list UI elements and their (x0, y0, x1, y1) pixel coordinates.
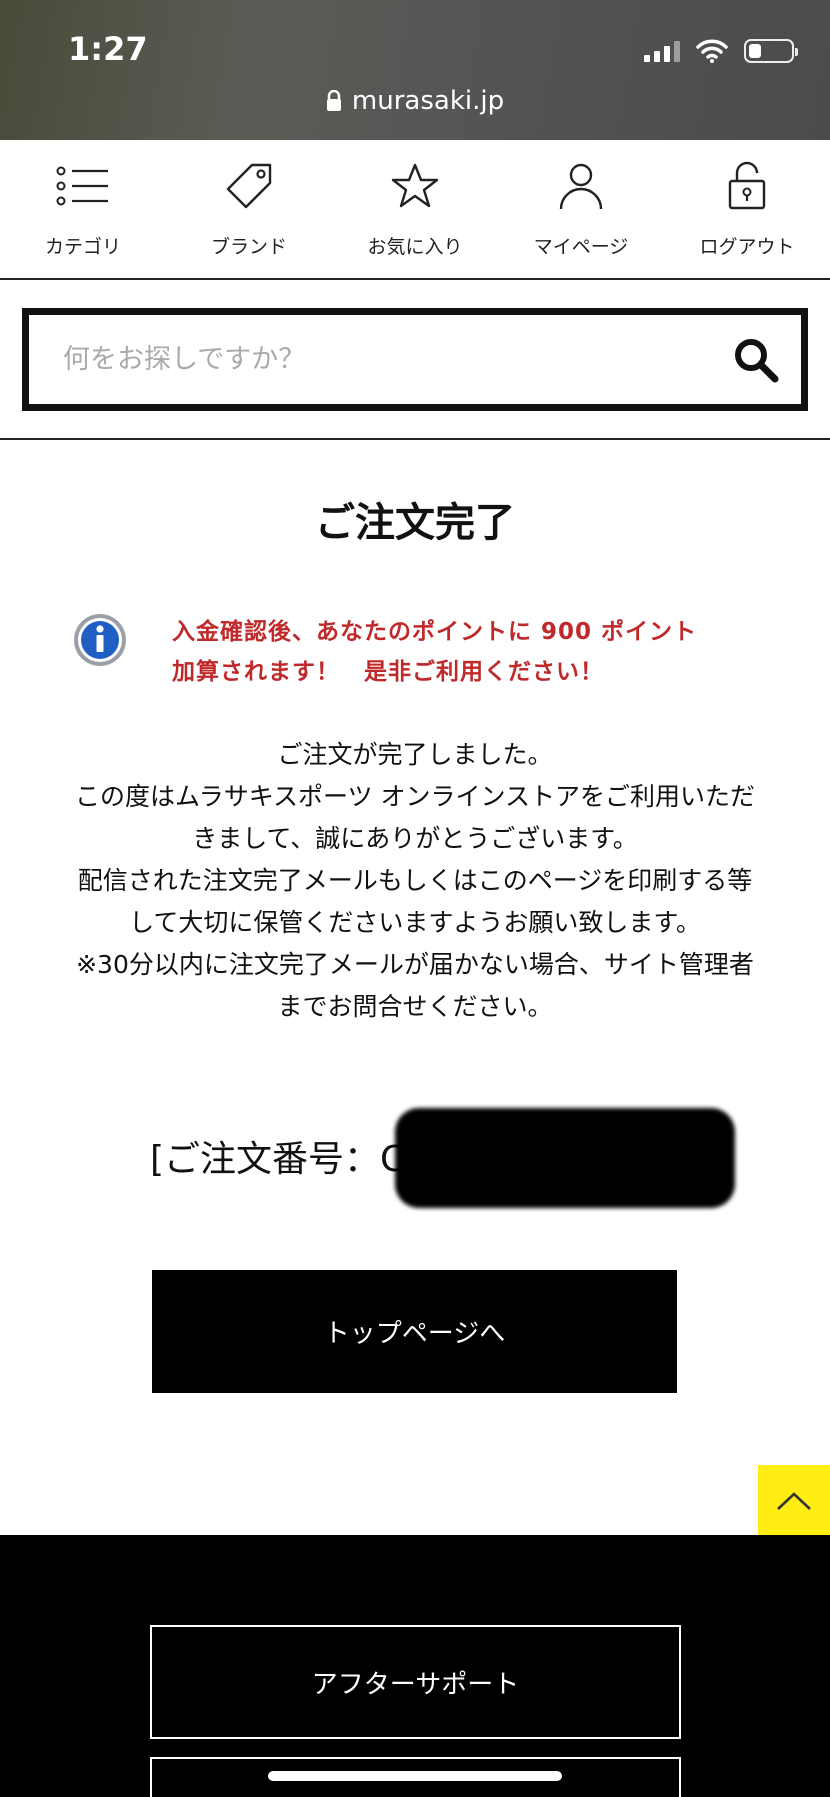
footer: アフターサポート (0, 1535, 830, 1797)
home-indicator (268, 1771, 562, 1781)
nav-label: お気に入り (367, 236, 463, 258)
nav-label: ログアウト (699, 236, 795, 258)
list-icon (55, 158, 111, 214)
page-title: ご注文完了 (315, 500, 515, 546)
user-icon (553, 158, 609, 214)
nav-label: マイページ (533, 236, 629, 258)
wifi-icon (696, 39, 728, 63)
message-line: ご注文が完了しました。 (277, 740, 553, 769)
star-icon (387, 158, 443, 214)
nav-label: カテゴリ (44, 236, 121, 258)
message-line: この度はムラサキスポーツ オンラインストアをご利用いただ (75, 782, 755, 811)
chevron-up-icon (777, 1492, 811, 1510)
info-icon (74, 614, 126, 666)
nav-item-mypage[interactable]: マイページ (498, 140, 664, 278)
notice-line: 加算されます！ 是非ご利用ください！ (172, 659, 604, 685)
nav-label: ブランド (210, 236, 287, 258)
search-button[interactable] (711, 315, 801, 404)
scroll-to-top-button[interactable] (758, 1465, 830, 1537)
order-number-label: [ご注文番号：C (150, 1139, 406, 1180)
lock-icon (326, 90, 341, 111)
url-text: murasaki.jp (351, 86, 505, 116)
message-line: ※30分以内に注文完了メールが届かない場合、サイト管理者 (76, 950, 754, 979)
search-icon (735, 338, 779, 382)
message-line: きまして、誠にありがとうございます。 (192, 824, 638, 853)
unlock-icon (719, 158, 775, 214)
search-input[interactable] (29, 315, 711, 404)
nav-item-favorites[interactable]: お気に入り (332, 140, 498, 278)
url-bar[interactable]: murasaki.jp (0, 86, 830, 116)
message-line: して大切に保管くださいますようお願い致します。 (129, 908, 701, 937)
browser-chrome: 1:27 murasaki.jp (0, 0, 830, 140)
notice-text: 入金確認後、あなたのポイントに 900 ポイント 加算されます！ 是非ご利用くだ… (172, 612, 697, 692)
tag-icon (221, 158, 277, 214)
nav-item-logout[interactable]: ログアウト (664, 140, 830, 278)
top-page-button[interactable]: トップページへ (152, 1270, 677, 1393)
after-support-button[interactable]: アフターサポート (150, 1625, 681, 1739)
status-time: 1:27 (68, 30, 148, 68)
battery-icon (744, 39, 798, 63)
nav-item-category[interactable]: カテゴリ (0, 140, 166, 278)
cellular-signal-icon (644, 40, 680, 62)
divider (0, 438, 830, 440)
order-complete-message: ご注文が完了しました。 この度はムラサキスポーツ オンラインストアをご利用いただ… (40, 734, 790, 1028)
nav-item-brand[interactable]: ブランド (166, 140, 332, 278)
redaction-block (395, 1108, 735, 1208)
message-line: 配信された注文完了メールもしくはこのページを印刷する等 (77, 866, 753, 895)
points-notice: 入金確認後、あなたのポイントに 900 ポイント 加算されます！ 是非ご利用くだ… (72, 612, 772, 692)
search-box (22, 308, 808, 411)
message-line: までお問合せください。 (277, 992, 553, 1021)
notice-line: 入金確認後、あなたのポイントに 900 ポイント (172, 619, 698, 645)
icon-nav: カテゴリ ブランド お気に入り マイページ ログアウト (0, 140, 830, 280)
status-icons (644, 36, 798, 66)
